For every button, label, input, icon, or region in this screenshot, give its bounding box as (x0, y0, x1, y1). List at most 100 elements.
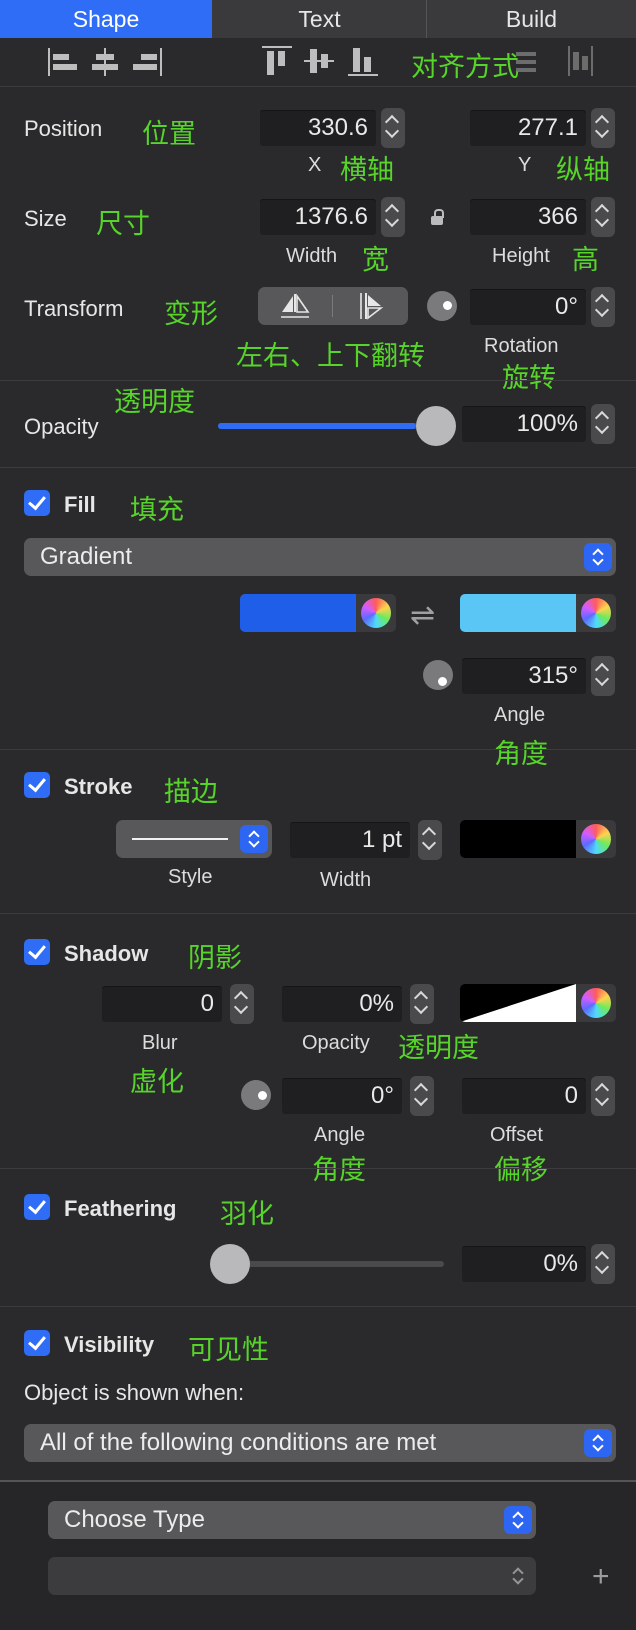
stroke-annotation: 描边 (164, 777, 218, 808)
flip-vertical-button[interactable] (333, 287, 408, 325)
align-left-button[interactable] (48, 48, 78, 76)
tab-build[interactable]: Build (427, 0, 636, 38)
opacity-field[interactable]: 100% (462, 406, 586, 442)
gradient-color-1-well[interactable] (240, 594, 396, 632)
opacity-stepper[interactable] (591, 404, 615, 444)
stroke-width-stepper[interactable] (418, 820, 442, 860)
feathering-slider-thumb[interactable] (210, 1244, 250, 1284)
position-x-stepper[interactable] (381, 108, 405, 148)
shadow-blur-label: Blur (142, 1032, 178, 1054)
tab-build-label: Build (505, 6, 558, 32)
gradient-color-2-well[interactable] (460, 594, 616, 632)
shadow-offset-field[interactable]: 0 (462, 1078, 586, 1114)
opacity-label: Opacity (24, 414, 99, 439)
align-center-button[interactable] (90, 48, 120, 76)
color-wheel-icon[interactable] (581, 824, 611, 854)
condition-select[interactable]: All of the following conditions are met (24, 1424, 616, 1462)
align-left-icon (48, 48, 78, 76)
fill-checkbox[interactable] (24, 490, 50, 516)
rule-value-select[interactable] (48, 1557, 536, 1595)
swap-colors-icon[interactable]: ⇌ (410, 598, 435, 633)
tab-text[interactable]: Text (213, 0, 426, 38)
align-center-icon (90, 48, 120, 76)
rotation-stepper[interactable] (591, 287, 615, 327)
fill-type-select[interactable]: Gradient (24, 538, 616, 576)
fill-angle-annotation: 角度 (494, 739, 548, 770)
divider (0, 1168, 636, 1169)
divider (0, 1306, 636, 1307)
gradient-color-2-swatch (460, 594, 576, 632)
flip-annotation: 左右、上下翻转 (236, 341, 425, 372)
shadow-label: Shadow (64, 941, 149, 966)
shown-when-label: Object is shown when: (24, 1380, 245, 1405)
shadow-blur-field[interactable]: 0 (102, 986, 222, 1022)
position-x-field[interactable]: 330.6 (260, 110, 376, 146)
stroke-checkbox[interactable] (24, 772, 50, 798)
divider (0, 749, 636, 750)
align-bottom-button[interactable] (348, 46, 378, 76)
align-right-button[interactable] (132, 48, 162, 76)
stroke-color-well[interactable] (460, 820, 616, 858)
flip-button-group (258, 287, 408, 325)
position-annotation: 位置 (142, 119, 196, 150)
rotation-dial[interactable] (427, 291, 457, 321)
fill-angle-label: Angle (494, 704, 546, 726)
flip-horizontal-button[interactable] (258, 287, 332, 325)
chevron-updown-icon (504, 1562, 532, 1590)
shadow-offset-stepper[interactable] (591, 1076, 615, 1116)
visibility-annotation: 可见性 (188, 1335, 269, 1366)
gradient-color-1-swatch (240, 594, 356, 632)
color-wheel-icon[interactable] (581, 988, 611, 1018)
fill-angle-field[interactable]: 315° (462, 658, 586, 694)
tab-shape-label: Shape (72, 6, 140, 32)
divider (0, 380, 636, 381)
opacity-slider-thumb[interactable] (416, 406, 456, 446)
feathering-slider[interactable] (210, 1244, 446, 1284)
size-height-field[interactable]: 366 (470, 199, 586, 235)
distribute-vertical-button[interactable] (566, 46, 596, 76)
shadow-color-well[interactable] (460, 984, 616, 1022)
feathering-checkbox[interactable] (24, 1194, 50, 1220)
chevron-updown-icon (240, 825, 268, 853)
shadow-opacity-stepper[interactable] (410, 984, 434, 1024)
size-width-annotation: 宽 (362, 245, 389, 276)
shadow-opacity-label: Opacity (302, 1032, 370, 1054)
shadow-angle-stepper[interactable] (410, 1076, 434, 1116)
fill-angle-stepper[interactable] (591, 656, 615, 696)
transform-label: Transform (24, 296, 124, 321)
size-width-field[interactable]: 1376.6 (260, 199, 376, 235)
shadow-angle-dial[interactable] (241, 1080, 271, 1110)
size-height-stepper[interactable] (591, 197, 615, 237)
align-right-icon (132, 48, 162, 76)
fill-angle-dial[interactable] (423, 660, 453, 690)
choose-type-select[interactable]: Choose Type (48, 1501, 536, 1539)
shadow-opacity-annotation: 透明度 (398, 1033, 479, 1064)
color-wheel-icon[interactable] (581, 598, 611, 628)
flip-horizontal-icon (281, 293, 310, 318)
shadow-blur-stepper[interactable] (230, 984, 254, 1024)
lock-icon[interactable] (431, 209, 445, 225)
tab-shape[interactable]: Shape (0, 0, 212, 38)
opacity-slider[interactable] (218, 406, 456, 446)
shadow-angle-field[interactable]: 0° (282, 1078, 402, 1114)
position-y-field[interactable]: 277.1 (470, 110, 586, 146)
position-y-stepper[interactable] (591, 108, 615, 148)
align-top-button[interactable] (262, 46, 292, 76)
size-width-stepper[interactable] (381, 197, 405, 237)
shadow-annotation: 阴影 (188, 943, 242, 974)
size-annotation: 尺寸 (96, 209, 150, 240)
align-middle-button[interactable] (304, 46, 334, 76)
position-x-annotation: 横轴 (340, 155, 394, 186)
stroke-width-field[interactable]: 1 pt (290, 822, 410, 858)
visibility-checkbox[interactable] (24, 1330, 50, 1356)
feathering-field[interactable]: 0% (462, 1246, 586, 1282)
rotation-field[interactable]: 0° (470, 289, 586, 325)
add-rule-button[interactable]: + (592, 1560, 610, 1594)
shadow-opacity-field[interactable]: 0% (282, 986, 402, 1022)
color-wheel-icon[interactable] (361, 598, 391, 628)
divider (0, 467, 636, 468)
feathering-stepper[interactable] (591, 1244, 615, 1284)
shadow-checkbox[interactable] (24, 939, 50, 965)
stroke-style-select[interactable] (116, 820, 272, 858)
position-y-label: Y (518, 154, 532, 176)
